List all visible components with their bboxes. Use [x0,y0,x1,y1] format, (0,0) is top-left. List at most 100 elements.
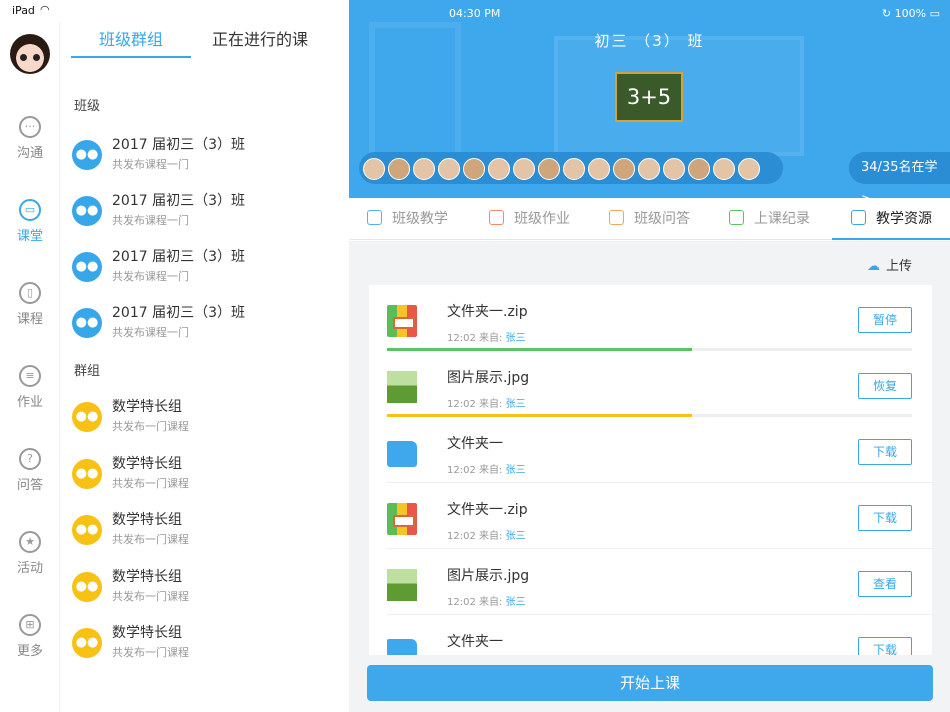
refresh-icon: ↻ [881,7,895,20]
file-action-button[interactable]: 下载 [858,439,912,465]
list-item[interactable]: ●● 2017 届初三（3）班 共发布课程一门 [60,246,349,296]
nav-item-5[interactable]: ★ 活动 [0,531,60,591]
file-uploader[interactable]: 张三 [506,399,526,410]
app-root: iPad ◠ ··· 沟通 ▭ 课堂 ▯ 课程 ≡ 作业? 问答 ★ 活动 ⊞ 更多 班级群组 正在进行… [0,0,950,712]
student-avatar[interactable] [413,158,435,180]
file-uploader[interactable]: 张三 [506,597,526,608]
student-avatar[interactable] [388,158,410,180]
student-avatar[interactable] [563,158,585,180]
nav-item-6[interactable]: ⊞ 更多 [0,614,60,674]
file-action-button[interactable]: 暂停 [858,307,912,333]
file-uploader[interactable]: 张三 [506,333,526,344]
file-time: 12:02 [447,465,476,476]
folder-icon [387,639,417,655]
file-action-button[interactable]: 恢复 [858,373,912,399]
student-avatar[interactable] [363,158,385,180]
file-meta: 12:02 来自: 张三 [447,395,526,410]
segment-label: 班级教学 [392,211,448,227]
grid-icon: ⊞ [19,614,41,636]
segment-tab-2[interactable]: 班级问答 [609,198,690,240]
list-item[interactable]: ●● 数学特长组 共发布一门课程 [60,509,349,559]
list-item-subtitle: 共发布一门课程 [112,476,189,490]
list-item[interactable]: ●● 数学特长组 共发布一门课程 [60,622,349,672]
student-avatar[interactable] [713,158,735,180]
nav-item-4[interactable]: ? 问答 [0,448,60,508]
cloud-upload-icon: ☁ [866,259,880,274]
segment-tab-4[interactable]: 教学资源 [851,198,932,240]
list-item[interactable]: ●● 2017 届初三（3）班 共发布课程一门 [60,302,349,352]
nav-item-2[interactable]: ▯ 课程 [0,282,60,342]
list-item[interactable]: ●● 数学特长组共发布一门课程 [60,453,349,503]
file-row[interactable]: 图片展示.jpg 12:02 来自: 张三 恢复 [369,351,932,417]
student-avatar[interactable] [588,158,610,180]
list-item[interactable]: ●● 数学特长组 共发布一门课程 [60,566,349,616]
student-avatar[interactable] [738,158,760,180]
segment-tab-0[interactable]: 班级教学 [367,198,448,240]
class-group-icon: ●● [72,308,102,338]
file-row[interactable]: 文件夹一.zip 12:02 来自: 张三 下载 [369,483,932,549]
start-class-button[interactable]: 开始上课 [367,665,933,701]
file-from-label: 来自: [479,333,503,344]
file-action-button[interactable]: 查看 [858,571,912,597]
student-avatar[interactable] [488,158,510,180]
student-avatar[interactable] [688,158,710,180]
student-avatar[interactable] [613,158,635,180]
file-from-label: 来自: [479,531,503,542]
nav-rail: ··· 沟通 ▭ 课堂 ▯ 课程 ≡ 作业 ? 问答 ★ 活动 ⊞ 更多 [0,22,60,712]
segment-icon [609,210,624,225]
star-icon: ★ [19,531,41,553]
list-item[interactable]: ●● 2017 届初三（3）班 共发布课程一门 [60,134,349,184]
file-meta: 12:02 来自: 张三 [447,461,526,476]
segment-tabs: 班级教学 班级作业 班级问答 上课纪录 教学资源 [349,198,950,240]
device-label: iPad [12,4,35,17]
segment-tab-1[interactable]: 班级作业 [489,198,570,240]
student-avatar[interactable] [663,158,685,180]
file-row[interactable]: 文件夹一12:02 来自: 张三下载 [369,615,932,655]
student-avatar[interactable] [538,158,560,180]
file-row[interactable]: 文件夹一12:02 来自: 张三下载 [369,417,932,483]
student-avatar[interactable] [638,158,660,180]
file-from-label: 来自: [479,465,503,476]
nav-item-label: 沟通 [16,146,43,161]
nav-item-label: 活动 [16,561,43,576]
list-item-title: 数学特长组 [112,455,182,472]
file-action-button[interactable]: 下载 [858,505,912,531]
group-icon: ●● [72,628,102,658]
segment-tab-3[interactable]: 上课纪录 [729,198,810,240]
battery-status: ↻ 100% ▭ [882,7,940,20]
list-item-title: 数学特长组 [112,399,182,415]
tab-ongoing-lessons[interactable]: 正在进行的课 [212,26,308,50]
avatar[interactable] [10,34,50,74]
student-avatar-strip[interactable] [359,152,783,184]
group-icon: ●● [72,458,102,489]
nav-item-0[interactable]: ··· 沟通 [0,116,60,176]
battery-percent: 100% [894,7,927,20]
upload-button[interactable]: ☁ 上传 [867,255,912,274]
image-thumbnail [387,371,417,403]
file-time: 12:02 [447,333,476,344]
folder-icon [387,441,417,467]
file-uploader[interactable]: 张三 [506,465,526,476]
resources-content: ☁ 上传 文件夹一.zip 12:02 来自: 张三 暂停 图片展示.jpg 12:02 … [349,241,950,712]
student-avatar[interactable] [513,158,535,180]
file-uploader[interactable]: 张三 [506,531,526,542]
list-item-subtitle: 共发布一门课程 [112,646,189,659]
file-row[interactable]: 图片展示.jpg 12:02 来自: 张三 查看 [369,549,932,615]
nav-item-3[interactable]: ≡ 作业 [0,365,60,425]
list-item-subtitle: 共发布一门课程 [112,589,189,603]
file-from-label: 来自: [479,597,503,608]
list-item[interactable]: ●● 数学特长组 共发布一门课程 [60,396,349,446]
segment-underline [832,238,950,240]
nav-item-1[interactable]: ▭ 课堂 [0,199,60,259]
book-icon: ▯ [19,282,41,304]
student-avatar[interactable] [463,158,485,180]
student-avatar[interactable] [438,158,460,180]
attendance-button[interactable]: 34/35名在学 > [849,152,950,198]
file-action-button[interactable]: 下载 [858,637,912,655]
list-item[interactable]: ●● 2017 届初三（3）班 共发布课程一门 [60,190,349,240]
file-row[interactable]: 文件夹一.zip 12:02 来自: 张三 暂停 [369,285,932,351]
chat-icon: ··· [19,116,41,138]
class-title: 初三 （3） 班 [594,32,705,50]
segment-icon [367,210,382,225]
tab-class-groups[interactable]: 班级群组 [99,26,163,50]
